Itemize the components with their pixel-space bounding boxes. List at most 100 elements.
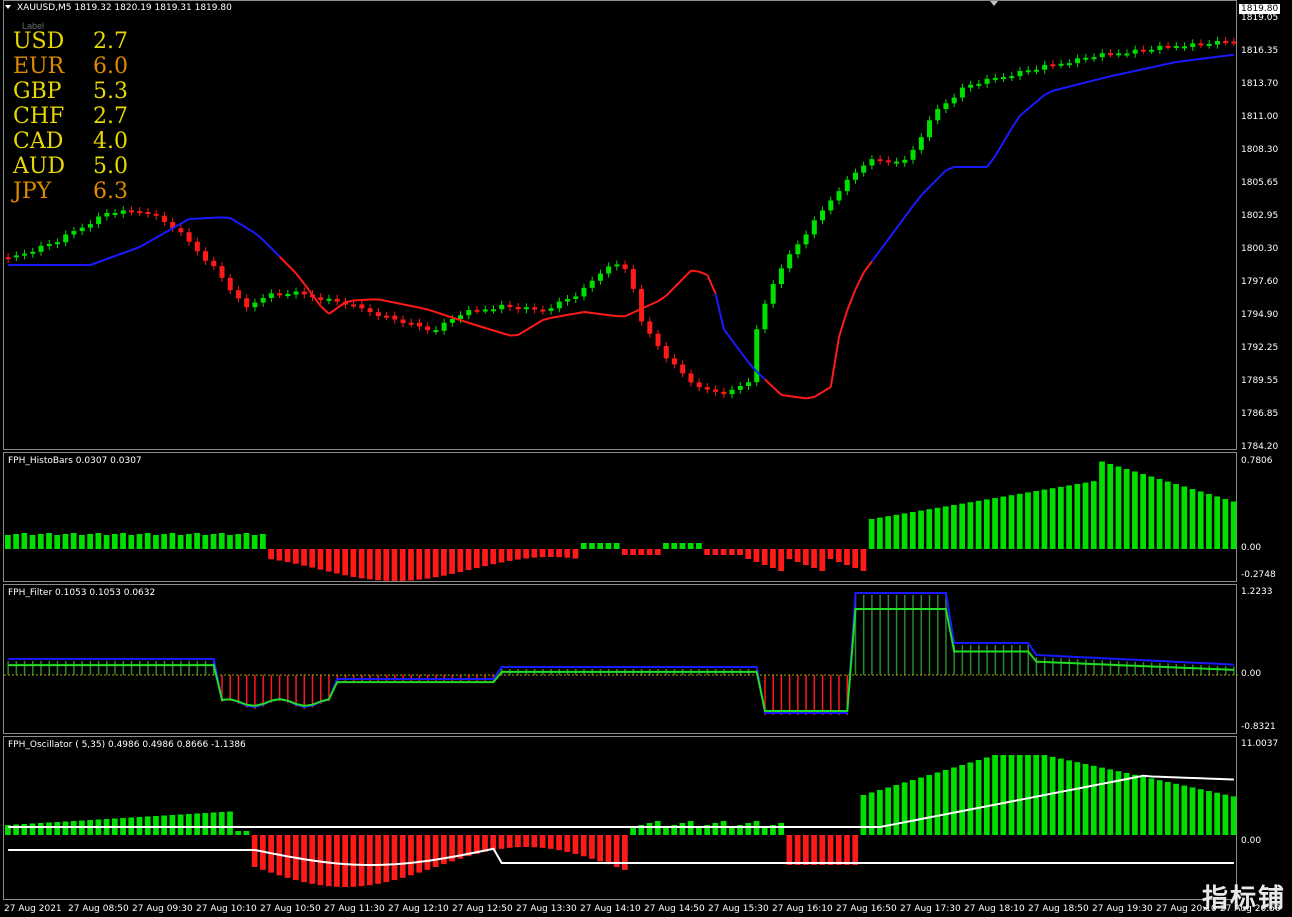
histogram-bar — [1140, 474, 1147, 549]
oscillator-bar — [531, 835, 538, 848]
candle-body — [696, 382, 702, 388]
histogram-bar — [449, 549, 455, 574]
moving-average-segment — [1069, 83, 1078, 88]
oscillator-bar — [1025, 755, 1031, 835]
histobars-pane[interactable]: FPH_HistoBars 0.0307 0.0307 0.7806 0.00 … — [0, 452, 1292, 582]
moving-average-segment — [295, 272, 306, 285]
candle-body — [828, 200, 834, 211]
chart-shift-marker[interactable] — [990, 1, 998, 6]
filter-chart-area[interactable] — [3, 584, 1238, 734]
moving-average-segment — [180, 218, 190, 225]
histogram-bar — [844, 549, 850, 565]
time-axis[interactable]: 27 Aug 2021 27 Aug 08:50 27 Aug 09:30 27 Au… — [0, 900, 1292, 917]
currency-code: EUR — [13, 54, 65, 79]
strength-row-chf: CHF 2.7 — [13, 104, 128, 129]
histogram-bar — [1222, 499, 1229, 549]
oscillator-bar — [564, 835, 571, 852]
price-scale-label: 1802.95 — [1241, 211, 1279, 221]
candle-body — [334, 298, 340, 302]
oscillator-bar — [811, 835, 817, 865]
oscillator-chart-area[interactable] — [3, 736, 1237, 900]
candle-body — [795, 244, 801, 255]
price-scale-label: 1789.55 — [1241, 376, 1279, 386]
currency-strength-value: 4.0 — [93, 129, 128, 154]
oscillator-bar — [1140, 776, 1147, 835]
moving-average-segment — [945, 166, 955, 172]
oscillator-bar — [1222, 794, 1229, 835]
histogram-bar — [251, 535, 258, 549]
candle-body — [1132, 49, 1138, 54]
histogram-bar — [1008, 495, 1015, 549]
candle-body — [655, 333, 661, 347]
moving-average-segment — [772, 386, 783, 396]
candle-body — [943, 103, 949, 110]
oscillator-bar — [630, 827, 636, 835]
candle-body — [1050, 64, 1056, 67]
histogram-bar — [1000, 496, 1007, 549]
histogram-bar — [465, 549, 472, 571]
candle-body — [1140, 49, 1146, 52]
candle-body — [836, 191, 842, 201]
candle-body — [203, 251, 209, 261]
filter-pane[interactable]: FPH_Filter 0.1053 0.1053 0.0632 1.2233 0… — [0, 584, 1292, 734]
candle-body — [392, 315, 398, 320]
histogram-bar — [547, 549, 554, 558]
histogram-bar — [292, 549, 299, 564]
price-scale[interactable]: 1819.80 1819.05 1816.35 1813.70 1811.00 1808.… — [1237, 0, 1292, 452]
oscillator-pane[interactable]: FPH_Oscillator ( 5,35) 0.4986 0.4986 0.8… — [0, 736, 1292, 900]
histogram-bar — [375, 549, 381, 581]
moving-average-segment — [673, 278, 684, 289]
candle-body — [1173, 46, 1179, 49]
filter-scale-label: 1.2233 — [1241, 587, 1273, 597]
candle-body — [992, 77, 998, 80]
moving-average-segment — [493, 329, 503, 334]
oscillator-bar — [416, 835, 423, 873]
oscillator-bar — [441, 835, 447, 865]
oscillator-bar — [1033, 755, 1040, 835]
histogram-bar — [46, 533, 52, 549]
moving-average-segment — [912, 194, 923, 207]
candle-body — [1231, 41, 1237, 44]
oscillator-bar — [1049, 756, 1056, 835]
moving-average-segment — [657, 294, 667, 303]
histogram-bar — [597, 543, 604, 549]
histogram-bar — [416, 549, 423, 580]
moving-average-segment — [1019, 107, 1029, 117]
moving-average-segment — [797, 396, 807, 400]
candle-body — [729, 389, 735, 395]
price-chart-area[interactable] — [3, 0, 1237, 450]
symbol-menu-icon[interactable] — [5, 5, 11, 9]
histogram-bar — [613, 543, 620, 549]
moving-average-segment — [649, 300, 659, 306]
price-pane[interactable]: XAUUSD,M5 1819.32 1820.19 1819.31 1819.8… — [0, 0, 1292, 452]
oscillator-bar — [1189, 787, 1196, 835]
candle-body — [153, 213, 159, 216]
candle-body — [441, 322, 447, 331]
histogram-bar — [334, 549, 340, 574]
histogram-bar — [654, 549, 661, 555]
histogram-bar — [1025, 492, 1031, 549]
histogram-bar — [992, 498, 998, 549]
oscillator-bar — [885, 787, 891, 835]
oscillator-bar — [1123, 773, 1130, 835]
histogram-bar — [761, 549, 768, 565]
oscillator-bar — [506, 835, 513, 848]
candle-body — [277, 293, 283, 296]
histogram-bar — [704, 549, 710, 555]
moving-average-segment — [1184, 58, 1193, 62]
time-axis-label: 27 Aug 16:50 — [836, 904, 897, 914]
moving-average-segment — [394, 301, 404, 306]
moving-average-segment — [270, 247, 281, 258]
histobars-chart-area[interactable] — [3, 452, 1237, 582]
histogram-bar — [893, 514, 900, 549]
histogram-bar — [967, 502, 974, 549]
oscillator-bar — [334, 835, 340, 887]
oscillator-bar — [1206, 791, 1212, 835]
filter-scale-label: -0.8321 — [1241, 722, 1276, 732]
histogram-bar — [482, 549, 488, 567]
time-axis-label: 27 Aug 15:30 — [708, 904, 769, 914]
candle-body — [1042, 64, 1048, 70]
moving-average-segment — [706, 274, 717, 295]
oscillator-bar — [391, 835, 398, 881]
moving-average-segment — [427, 308, 437, 314]
